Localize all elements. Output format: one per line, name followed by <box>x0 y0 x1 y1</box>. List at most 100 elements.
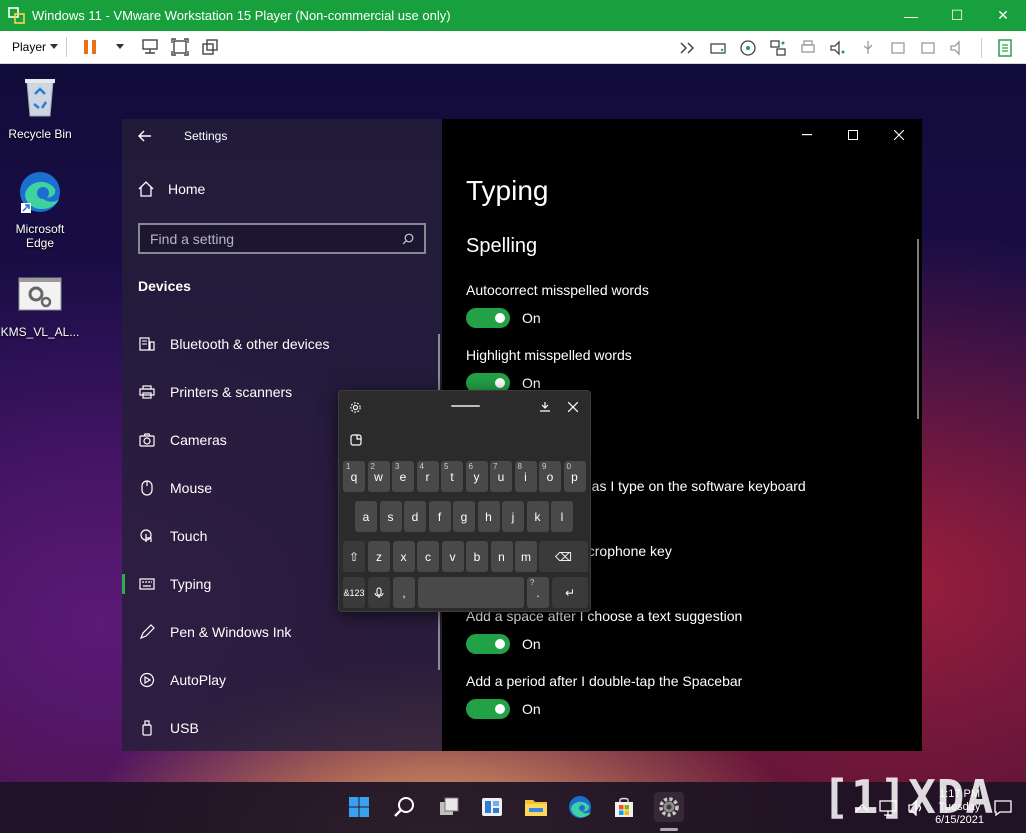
desktop-icon-label: KMS_VL_AL... <box>0 325 80 339</box>
taskbar-search-button[interactable] <box>389 792 419 822</box>
key-l[interactable]: l <box>551 501 573 532</box>
toggle-switch[interactable] <box>466 699 510 719</box>
search-box[interactable] <box>138 223 426 254</box>
shift-key[interactable]: ⇧ <box>343 541 365 572</box>
period-key[interactable]: ? . <box>527 577 549 608</box>
key-label: r <box>425 469 430 484</box>
more-devices-button[interactable] <box>677 37 699 59</box>
microphone-key[interactable] <box>368 577 390 608</box>
key-z[interactable]: z <box>368 541 390 572</box>
key-g[interactable]: g <box>453 501 475 532</box>
desktop-icon-recycle-bin[interactable]: Recycle Bin <box>0 74 80 141</box>
nav-item-usb[interactable]: USB <box>122 704 442 752</box>
key-u[interactable]: 7u <box>490 461 512 492</box>
option-label-suggestions-partial: ns as I type on the software keyboard <box>573 478 806 494</box>
nav-item-autoplay[interactable]: AutoPlay <box>122 656 442 704</box>
usb-device[interactable] <box>857 37 879 59</box>
keyboard-close-button[interactable] <box>563 397 583 417</box>
guest-desktop: Recycle Bin Microsoft Edge KMS_VL_AL... <box>0 64 1026 833</box>
widgets-button[interactable] <box>477 792 507 822</box>
pause-menu-button[interactable] <box>109 36 131 58</box>
maximize-icon <box>848 130 858 140</box>
nav-item-bluetooth[interactable]: Bluetooth & other devices <box>122 320 442 368</box>
toggle-switch[interactable] <box>466 308 510 328</box>
key-o[interactable]: 9o <box>539 461 561 492</box>
desktop-icon-kms-vl-all[interactable]: KMS_VL_AL... <box>0 272 80 339</box>
keyboard-settings-button[interactable] <box>345 397 365 417</box>
nav-home[interactable]: Home <box>138 181 205 197</box>
fullscreen-button[interactable] <box>169 36 191 58</box>
backspace-key[interactable]: ⌫ <box>539 541 588 572</box>
touch-icon <box>140 529 152 542</box>
key-t[interactable]: 5t <box>441 461 463 492</box>
key-j[interactable]: j <box>502 501 524 532</box>
key-n[interactable]: n <box>490 541 513 572</box>
key-e[interactable]: 3e <box>392 461 414 492</box>
search-input[interactable] <box>150 230 380 247</box>
key-r[interactable]: 4r <box>416 461 439 492</box>
toggle-state: On <box>522 636 541 652</box>
vm-minimize-button[interactable]: — <box>888 0 934 31</box>
key-i[interactable]: 8i <box>514 461 537 492</box>
pause-button[interactable] <box>79 36 101 58</box>
key-s[interactable]: s <box>379 501 402 532</box>
taskbar-edge-button[interactable] <box>565 792 595 822</box>
hard-disk-device[interactable] <box>707 37 729 59</box>
settings-minimize-button[interactable] <box>784 119 830 151</box>
emoji-button[interactable] <box>347 431 365 449</box>
task-view-button[interactable] <box>434 792 464 822</box>
nav-item-pen[interactable]: Pen & Windows Ink <box>122 608 442 656</box>
key-w[interactable]: 2w <box>367 461 390 492</box>
keyboard-dock-button[interactable] <box>535 397 555 417</box>
key-a[interactable]: a <box>355 501 377 532</box>
cd-dvd-device[interactable] <box>737 37 759 59</box>
screen: Windows 11 - VMware Workstation 15 Playe… <box>0 0 1026 833</box>
symbols-key[interactable]: &123 <box>343 577 365 608</box>
key-c[interactable]: c <box>417 541 439 572</box>
player-menu-button[interactable]: Player <box>12 40 59 54</box>
settings-maximize-button[interactable] <box>830 119 876 151</box>
key-b[interactable]: b <box>466 541 488 572</box>
space-key[interactable] <box>418 577 524 608</box>
vm-close-button[interactable]: ✕ <box>980 0 1026 31</box>
removable-device-1[interactable] <box>887 37 909 59</box>
maximize-icon: ☐ <box>950 7 964 23</box>
file-explorer-button[interactable] <box>521 792 551 822</box>
store-button[interactable] <box>609 792 639 822</box>
notification-icon[interactable] <box>994 799 1012 816</box>
key-d[interactable]: d <box>404 501 426 532</box>
key-q[interactable]: 1q <box>343 461 365 492</box>
toggle-add-space[interactable]: On <box>466 634 541 654</box>
sound-card-device[interactable] <box>827 37 849 59</box>
network-adapter-device[interactable] <box>767 37 789 59</box>
key-p[interactable]: 0p <box>563 461 586 492</box>
search-icon[interactable] <box>402 233 414 245</box>
audio-device[interactable] <box>947 37 969 59</box>
toggle-add-period[interactable]: On <box>466 699 541 719</box>
toggle-autocorrect[interactable]: On <box>466 308 541 328</box>
keyboard-drag-handle[interactable] <box>451 405 480 407</box>
desktop-icon-microsoft-edge[interactable]: Microsoft Edge <box>0 169 80 250</box>
removable-device-2[interactable] <box>917 37 939 59</box>
content-scrollbar[interactable] <box>917 239 919 419</box>
key-x[interactable]: x <box>392 541 415 572</box>
start-button[interactable] <box>344 792 374 822</box>
settings-taskbar-button[interactable] <box>654 792 684 822</box>
message-log-button[interactable] <box>994 37 1016 59</box>
key-h[interactable]: h <box>477 501 500 532</box>
key-m[interactable]: m <box>515 541 537 572</box>
key-v[interactable]: v <box>441 541 464 572</box>
settings-close-button[interactable] <box>876 119 922 151</box>
send-ctrl-alt-del-button[interactable] <box>139 36 161 58</box>
recycle-bin-icon <box>25 79 55 117</box>
key-y[interactable]: 6y <box>465 461 488 492</box>
back-button[interactable] <box>122 119 168 153</box>
vm-maximize-button[interactable]: ☐ <box>934 0 980 31</box>
comma-key[interactable]: , <box>393 577 415 608</box>
unity-button[interactable] <box>199 36 221 58</box>
toggle-switch[interactable] <box>466 634 510 654</box>
printer-device[interactable] <box>797 37 819 59</box>
enter-key[interactable]: ↵ <box>552 577 588 608</box>
key-f[interactable]: f <box>428 501 451 532</box>
key-k[interactable]: k <box>526 501 549 532</box>
